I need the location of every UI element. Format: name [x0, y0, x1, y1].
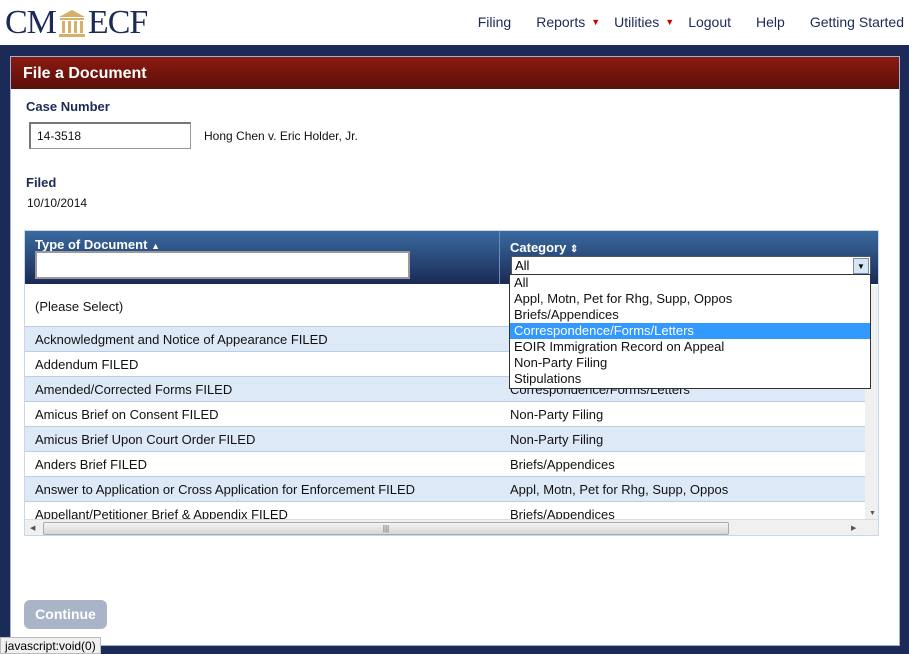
case-number-input[interactable]: 14-3518	[29, 122, 191, 149]
nav-label: Logout	[688, 14, 732, 30]
category-header[interactable]: Category ⇕	[510, 240, 578, 255]
document-type-cell: Acknowledgment and Notice of Appearance …	[35, 331, 328, 347]
nav-label: Utilities	[614, 14, 660, 30]
document-type-cell: Amicus Brief on Consent FILED	[35, 406, 219, 422]
top-bar: CM ECF Filing Reports ▼ Utilities ▼ Logout Hel…	[0, 0, 909, 45]
nav-getting-started[interactable]: Getting Started	[810, 14, 904, 30]
continue-button[interactable]: Continue	[24, 600, 107, 629]
category-select[interactable]: All ▼	[511, 256, 871, 276]
nav-utilities[interactable]: Utilities ▼	[614, 14, 674, 30]
table-row[interactable]: Amicus Brief Upon Court Order FILED Non-P…	[25, 427, 865, 452]
dropdown-arrow-icon[interactable]: ▼	[853, 258, 869, 274]
sort-asc-icon: ▲	[151, 241, 160, 251]
document-type-cell: Anders Brief FILED	[35, 456, 147, 472]
table-row[interactable]: Answer to Application or Cross Applicati…	[25, 477, 865, 502]
cmecf-logo[interactable]: CM ECF	[5, 4, 148, 42]
document-type-cell: Answer to Application or Cross Applicati…	[35, 481, 416, 497]
nav-filing[interactable]: Filing	[478, 14, 511, 30]
document-type-cell: Amicus Brief Upon Court Order FILED	[35, 431, 256, 447]
table-row[interactable]: Anders Brief FILED Briefs/Appendices	[25, 452, 865, 477]
main-nav: Filing Reports ▼ Utilities ▼ Logout Help Gettin…	[453, 14, 904, 30]
scroll-down-icon[interactable]: ▼	[869, 510, 876, 517]
column-divider	[499, 231, 500, 284]
category-cell: Non-Party Filing	[510, 431, 604, 447]
nav-reports[interactable]: Reports ▼	[536, 14, 600, 30]
category-option[interactable]: Stipulations	[510, 371, 870, 387]
scroll-thumb[interactable]: |||	[43, 522, 729, 535]
nav-help[interactable]: Help	[756, 14, 785, 30]
nav-logout[interactable]: Logout	[688, 14, 731, 30]
table-row[interactable]: Amicus Brief on Consent FILED Non-Party F…	[25, 402, 865, 427]
category-selected-value: All	[515, 258, 530, 273]
category-option[interactable]: Briefs/Appendices	[510, 307, 870, 323]
category-option[interactable]: EOIR Immigration Record on Appeal	[510, 339, 870, 355]
horizontal-scrollbar[interactable]: ◀ ||| ▶	[25, 519, 878, 535]
sort-both-icon: ⇕	[569, 244, 579, 255]
category-option[interactable]: Non-Party Filing	[510, 355, 870, 371]
scroll-right-icon[interactable]: ▶	[851, 524, 856, 532]
category-option[interactable]: All	[510, 275, 870, 291]
category-header-label: Category	[510, 240, 567, 255]
filed-date: 10/10/2014	[27, 196, 88, 210]
category-option[interactable]: Correspondence/Forms/Letters	[510, 323, 870, 339]
nav-label: Help	[756, 14, 785, 30]
type-filter-input[interactable]	[35, 251, 410, 279]
nav-label: Filing	[477, 14, 512, 30]
category-cell: Appl, Motn, Pet for Rhg, Supp, Oppos	[510, 481, 729, 497]
case-number-label: Case Number	[26, 99, 110, 114]
category-option[interactable]: Appl, Motn, Pet for Rhg, Supp, Oppos	[510, 291, 870, 307]
nav-label: Getting Started	[809, 14, 904, 30]
type-header-label: Type of Document	[35, 237, 148, 252]
category-cell: Non-Party Filing	[510, 406, 604, 422]
status-bar: javascript:void(0)	[0, 637, 101, 654]
case-title: Hong Chen v. Eric Holder, Jr.	[204, 129, 358, 143]
category-cell: Briefs/Appendices	[510, 456, 615, 472]
document-type-cell: (Please Select)	[35, 298, 124, 314]
courthouse-icon	[57, 8, 87, 38]
caret-down-icon: ▼	[591, 17, 601, 27]
scroll-left-icon[interactable]: ◀	[30, 524, 35, 532]
document-type-cell: Amended/Corrected Forms FILED	[35, 381, 233, 397]
document-type-cell: Addendum FILED	[35, 356, 139, 372]
filed-label: Filed	[26, 175, 57, 190]
type-of-document-header[interactable]: Type of Document ▲	[35, 237, 160, 252]
category-dropdown-list: All Appl, Motn, Pet for Rhg, Supp, Oppos B…	[509, 274, 871, 389]
page-title: File a Document	[11, 57, 899, 89]
nav-label: Reports	[536, 14, 586, 30]
caret-down-icon: ▼	[665, 17, 675, 27]
